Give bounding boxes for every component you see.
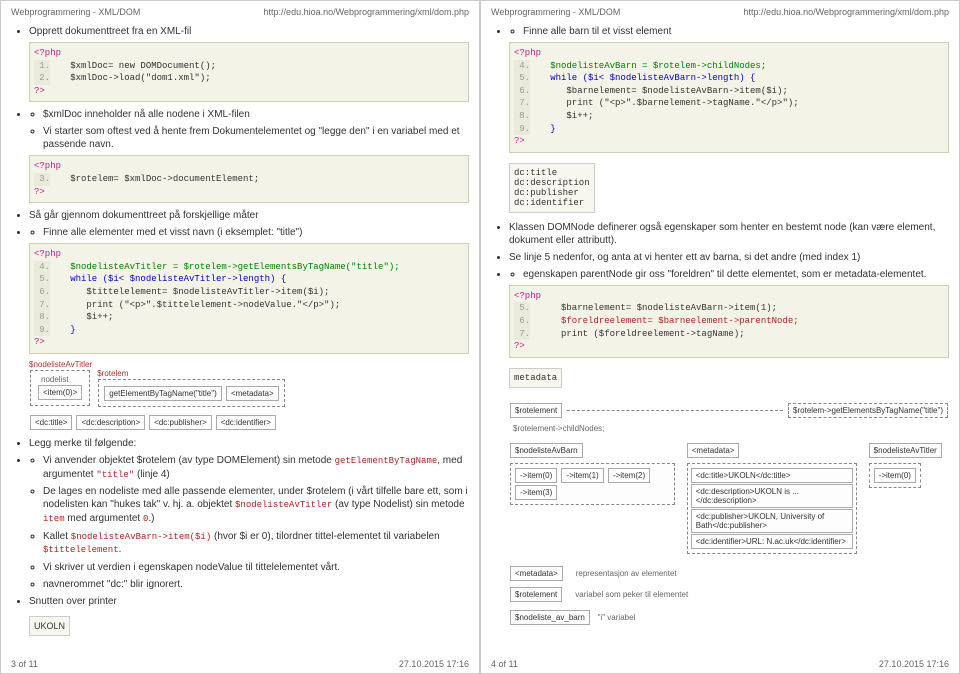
bullet: Klassen DOMNode definerer også egenskape…: [509, 221, 949, 247]
page-footer: 4 of 11 27.10.2015 17:16: [491, 659, 949, 669]
content-list: Finne alle barn til et visst element: [509, 25, 949, 38]
code-block-3: <?php 4. $nodelisteAvTitler = $rotelem->…: [29, 243, 469, 354]
figure-nodelist: $nodelisteAvTitler nodelist <item(0)> $r…: [29, 360, 469, 431]
header-title: Webprogrammering - XML/DOM: [491, 7, 620, 17]
content-list: Opprett dokumenttreet fra en XML-fil: [29, 25, 469, 38]
bullet: Så går gjennom dokumenttreet på forskjel…: [29, 209, 469, 222]
page-header: Webprogrammering - XML/DOM http://edu.hi…: [491, 7, 949, 17]
bullet: Kallet $nodelisteAvBarn->item($i) (hvor …: [43, 530, 469, 557]
header-title: Webprogrammering - XML/DOM: [11, 7, 140, 17]
bullet: Vi skriver ut verdien i egenskapen nodeV…: [43, 561, 469, 574]
header-url: http://edu.hioa.no/Webprogrammering/xml/…: [264, 7, 469, 17]
list-r2: Klassen DOMNode definerer også egenskape…: [509, 221, 949, 281]
legg-list: Legg merke til følgende: Vi anvender obj…: [29, 437, 469, 608]
page-footer: 3 of 11 27.10.2015 17:16: [11, 659, 469, 669]
code-block-r1: <?php 4. $nodelisteAvBarn = $rotelem->ch…: [509, 42, 949, 153]
output-metadata: metadata: [509, 368, 562, 388]
bullet: Opprett dokumenttreet fra en XML-fil: [29, 25, 469, 38]
bullet: Se linje 5 nedenfor, og anta at vi hente…: [509, 251, 949, 264]
bullet: navnerommet "dc:" blir ignorert.: [43, 578, 469, 591]
page-header: Webprogrammering - XML/DOM http://edu.hi…: [11, 7, 469, 17]
code-block-1: <?php 1. $xmlDoc= new DOMDocument(); 2. …: [29, 42, 469, 102]
bullet: $xmlDoc inneholder nå alle nodene i XML-…: [43, 108, 469, 121]
figure-tree: $rotelement $rotelem->getElementsByTagNa…: [509, 402, 949, 626]
bullet: Vi starter som oftest ved å hente frem D…: [43, 125, 469, 151]
bullet: Finne alle elementer med et visst navn (…: [43, 226, 469, 239]
page-right: Webprogrammering - XML/DOM http://edu.hi…: [480, 0, 960, 674]
output-tags: dc:title dc:description dc:publisher dc:…: [509, 163, 595, 213]
bullet: egenskapen parentNode gir oss "foreldren…: [523, 268, 949, 281]
bullet: De lages en nodeliste med alle passende …: [43, 485, 469, 525]
code-block-r2: <?php 5. $barnelement= $nodelisteAvBarn-…: [509, 285, 949, 358]
bullet: Finne alle barn til et visst element: [523, 25, 949, 38]
sublist2: Så går gjennom dokumenttreet på forskjel…: [29, 209, 469, 239]
code-block-2: <?php 3. $rotelem= $xmlDoc->documentElem…: [29, 155, 469, 203]
output-box: UKOLN: [29, 616, 70, 636]
bullet: Vi anvender objektet $rotelem (av type D…: [43, 454, 469, 481]
header-url: http://edu.hioa.no/Webprogrammering/xml/…: [744, 7, 949, 17]
bullet: Snutten over printer: [29, 595, 469, 608]
bullet: Legg merke til følgende:: [29, 437, 469, 450]
sublist: $xmlDoc inneholder nå alle nodene i XML-…: [29, 108, 469, 151]
page-left: Webprogrammering - XML/DOM http://edu.hi…: [0, 0, 480, 674]
